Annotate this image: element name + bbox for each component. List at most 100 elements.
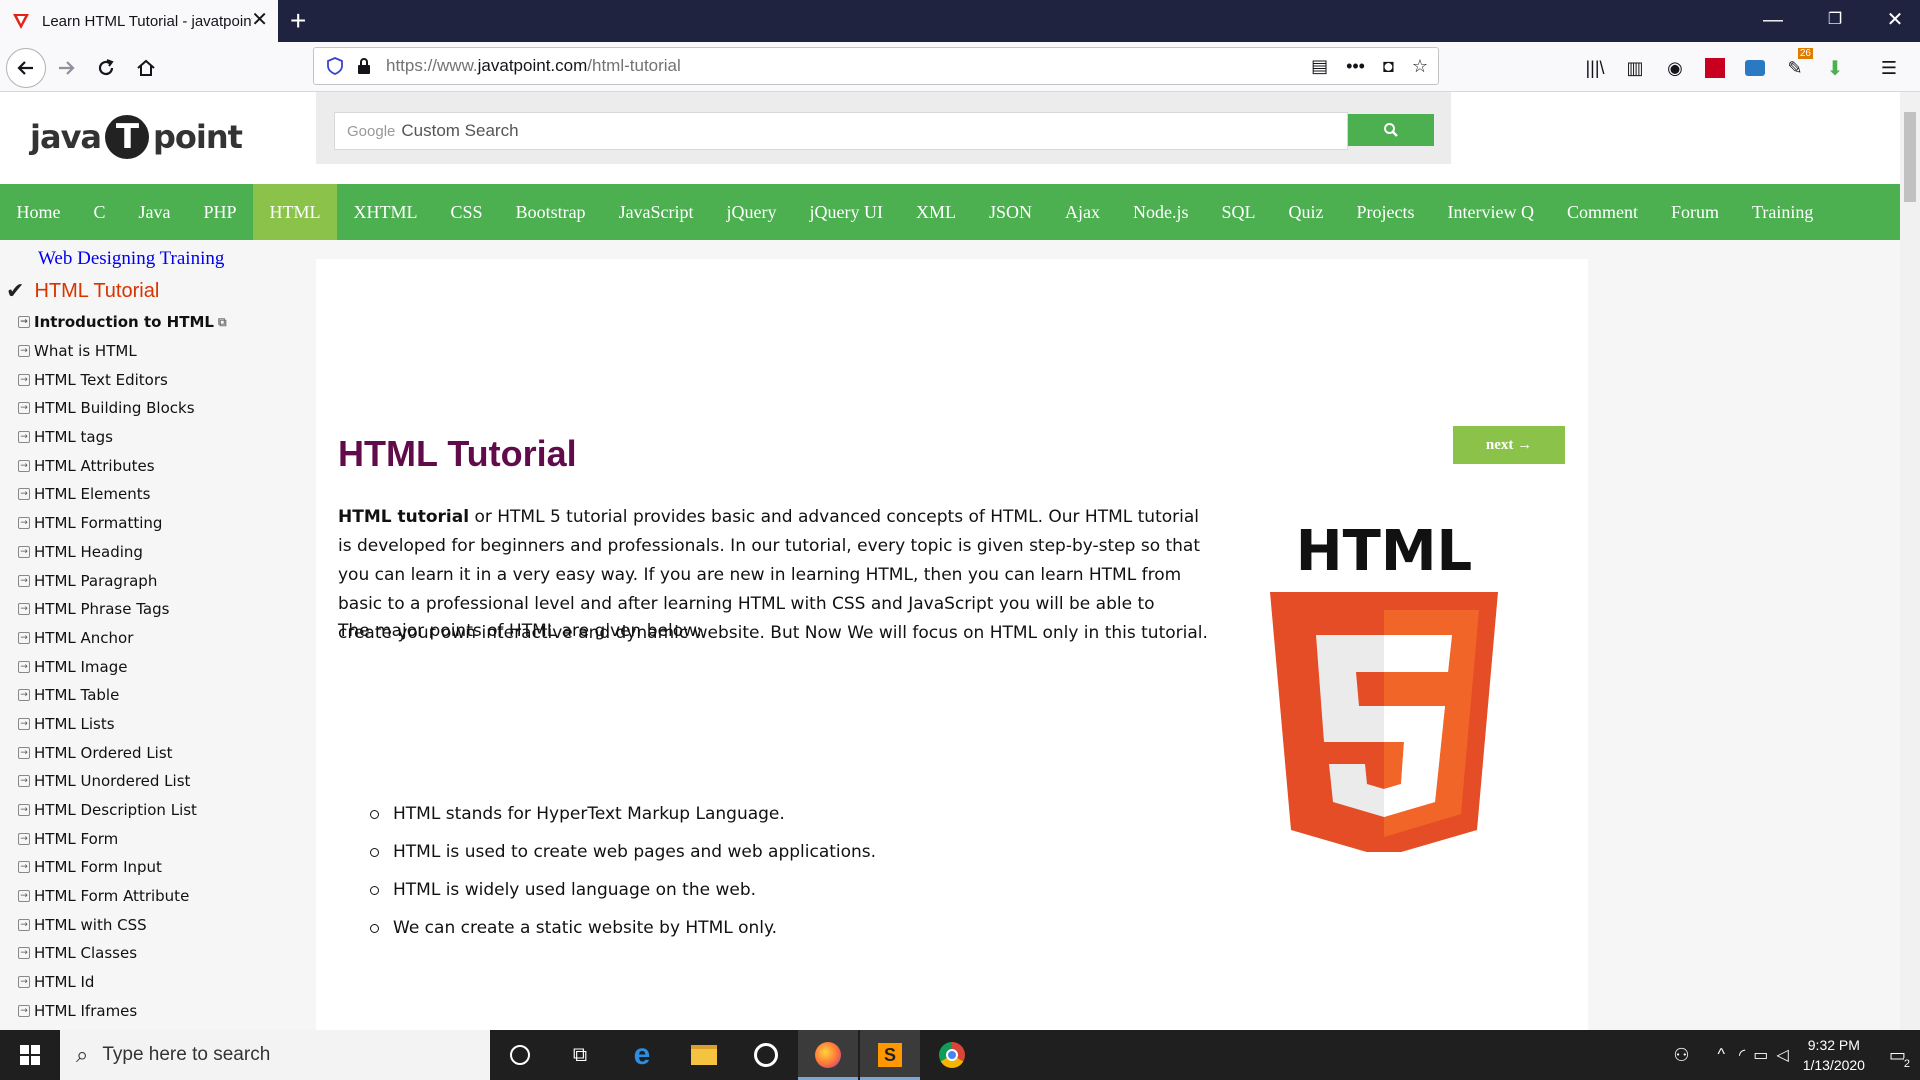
- sidebar-icon[interactable]: ▥: [1623, 56, 1647, 80]
- url-text[interactable]: https://www.javatpoint.com/html-tutorial: [386, 56, 681, 76]
- bookmark-star-icon[interactable]: ☆: [1412, 56, 1428, 77]
- menu-item-jquery[interactable]: jQuery: [710, 184, 793, 240]
- task-view-icon[interactable]: ⧉: [550, 1030, 610, 1080]
- sidebar-item[interactable]: → HTML Unordered List: [18, 767, 227, 796]
- taskbar-search-box[interactable]: ⌕ Type here to search: [60, 1030, 490, 1080]
- sidebar-item[interactable]: → Introduction to HTML ⧉: [18, 308, 227, 337]
- sidebar-item[interactable]: → HTML Text Editors: [18, 365, 227, 394]
- next-button[interactable]: next →: [1453, 426, 1565, 464]
- minimize-window-button[interactable]: —: [1758, 8, 1788, 32]
- web-designing-training-link[interactable]: Web Designing Training: [38, 248, 224, 270]
- sidebar-item[interactable]: → HTML Phrase Tags: [18, 595, 227, 624]
- chrome-icon[interactable]: [922, 1030, 982, 1080]
- menu-item-node-js[interactable]: Node.js: [1117, 184, 1206, 240]
- page-scrollbar[interactable]: [1900, 92, 1920, 1030]
- menu-item-sql[interactable]: SQL: [1205, 184, 1272, 240]
- menu-item-interview-q[interactable]: Interview Q: [1431, 184, 1550, 240]
- sidebar-item[interactable]: → HTML Ordered List: [18, 738, 227, 767]
- firefox-taskbar-icon[interactable]: [798, 1030, 858, 1080]
- sidebar-item[interactable]: → HTML Table: [18, 681, 227, 710]
- custom-search-input[interactable]: Google Custom Search: [334, 112, 1348, 150]
- menu-item-html[interactable]: HTML: [253, 184, 338, 240]
- menu-item-css[interactable]: CSS: [434, 184, 499, 240]
- menu-item-bootstrap[interactable]: Bootstrap: [499, 184, 602, 240]
- sidebar-item[interactable]: → HTML with CSS: [18, 910, 227, 939]
- sidebar-item[interactable]: → HTML Lists: [18, 710, 227, 739]
- sidebar-bullet-icon: →: [18, 1004, 30, 1017]
- sidebar-item[interactable]: → HTML Image: [18, 652, 227, 681]
- battery-icon[interactable]: ▭: [1753, 1045, 1768, 1065]
- sidebar-current-topic[interactable]: ✔ HTML Tutorial: [6, 278, 159, 304]
- menu-item-training[interactable]: Training: [1736, 184, 1830, 240]
- sidebar-item[interactable]: → HTML tags: [18, 423, 227, 452]
- search-button[interactable]: [1348, 114, 1434, 146]
- show-hidden-icons-icon[interactable]: ^: [1718, 1046, 1726, 1064]
- sidebar-item[interactable]: → HTML Attributes: [18, 451, 227, 480]
- sidebar-item[interactable]: → HTML Anchor: [18, 624, 227, 653]
- reload-button[interactable]: [90, 52, 122, 84]
- menu-item-xml[interactable]: XML: [900, 184, 973, 240]
- groove-music-icon[interactable]: [736, 1030, 796, 1080]
- sidebar-item[interactable]: → What is HTML: [18, 337, 227, 366]
- home-button[interactable]: [130, 52, 162, 84]
- sidebar-item[interactable]: → HTML Paragraph: [18, 566, 227, 595]
- menu-item-jquery-ui[interactable]: jQuery UI: [793, 184, 899, 240]
- sidebar-item[interactable]: → HTML Elements: [18, 480, 227, 509]
- logo-text-right: point: [153, 118, 243, 156]
- page-actions-icon[interactable]: •••: [1346, 56, 1365, 77]
- scrollbar-thumb[interactable]: [1904, 112, 1916, 202]
- reader-view-icon[interactable]: ▤: [1311, 56, 1328, 77]
- library-icon[interactable]: |||\: [1583, 56, 1607, 80]
- forward-button[interactable]: [50, 52, 82, 84]
- extension-red-icon[interactable]: [1703, 56, 1727, 80]
- edge-browser-icon[interactable]: e: [612, 1030, 672, 1080]
- menu-item-comment[interactable]: Comment: [1551, 184, 1655, 240]
- taskbar-clock[interactable]: 9:32 PM 1/13/2020: [1803, 1035, 1865, 1075]
- extension-badge-icon[interactable]: ✎ 26: [1783, 48, 1813, 80]
- new-tab-button[interactable]: +: [290, 6, 306, 36]
- menu-item-c[interactable]: C: [77, 184, 122, 240]
- volume-icon[interactable]: ◁: [1776, 1045, 1788, 1065]
- hamburger-menu-icon[interactable]: ☰: [1877, 56, 1901, 80]
- sidebar-item[interactable]: → HTML Form Input: [18, 853, 227, 882]
- sidebar-item[interactable]: → HTML Description List: [18, 796, 227, 825]
- download-icon[interactable]: ⬇: [1823, 56, 1847, 80]
- menu-item-quiz[interactable]: Quiz: [1272, 184, 1340, 240]
- wifi-icon[interactable]: ◜: [1739, 1045, 1745, 1065]
- sidebar-item[interactable]: → HTML Building Blocks: [18, 394, 227, 423]
- sublime-text-icon[interactable]: S: [860, 1030, 920, 1080]
- sidebar-item[interactable]: → HTML Heading: [18, 538, 227, 567]
- back-button[interactable]: [6, 48, 46, 88]
- menu-item-ajax[interactable]: Ajax: [1049, 184, 1117, 240]
- account-icon[interactable]: ◉: [1663, 56, 1687, 80]
- menu-item-forum[interactable]: Forum: [1655, 184, 1736, 240]
- close-window-button[interactable]: ✕: [1880, 8, 1910, 32]
- sidebar-item[interactable]: → HTML Formatting: [18, 509, 227, 538]
- sidebar-item[interactable]: → HTML Classes: [18, 939, 227, 968]
- cortana-icon[interactable]: [490, 1030, 550, 1080]
- extension-camera-icon[interactable]: [1743, 56, 1767, 80]
- lock-icon[interactable]: [356, 57, 372, 75]
- menu-item-home[interactable]: Home: [0, 184, 77, 240]
- restore-window-button[interactable]: ❐: [1820, 8, 1850, 32]
- people-icon[interactable]: ⚇: [1673, 1045, 1689, 1066]
- browser-tab-active[interactable]: Learn HTML Tutorial - javatpoint ✕: [0, 0, 278, 42]
- javatpoint-logo[interactable]: java T point: [30, 112, 243, 162]
- menu-item-projects[interactable]: Projects: [1340, 184, 1431, 240]
- menu-item-xhtml[interactable]: XHTML: [337, 184, 434, 240]
- tracking-shield-icon[interactable]: [326, 57, 344, 75]
- start-button[interactable]: [0, 1030, 60, 1080]
- menu-item-java[interactable]: Java: [122, 184, 187, 240]
- sidebar-item[interactable]: → HTML Form Attribute: [18, 882, 227, 911]
- sidebar-item[interactable]: → HTML Form: [18, 824, 227, 853]
- sidebar-item[interactable]: → HTML Id: [18, 968, 227, 997]
- menu-item-javascript[interactable]: JavaScript: [602, 184, 710, 240]
- pocket-icon[interactable]: ◘: [1383, 56, 1394, 77]
- menu-item-php[interactable]: PHP: [187, 184, 253, 240]
- action-center-icon[interactable]: ▭ 2: [1889, 1045, 1910, 1070]
- file-explorer-icon[interactable]: [674, 1030, 734, 1080]
- tab-close-icon[interactable]: ✕: [251, 10, 268, 30]
- menu-item-json[interactable]: JSON: [973, 184, 1049, 240]
- sidebar-item[interactable]: → HTML Iframes: [18, 997, 227, 1026]
- address-bar[interactable]: https://www.javatpoint.com/html-tutorial…: [313, 47, 1439, 85]
